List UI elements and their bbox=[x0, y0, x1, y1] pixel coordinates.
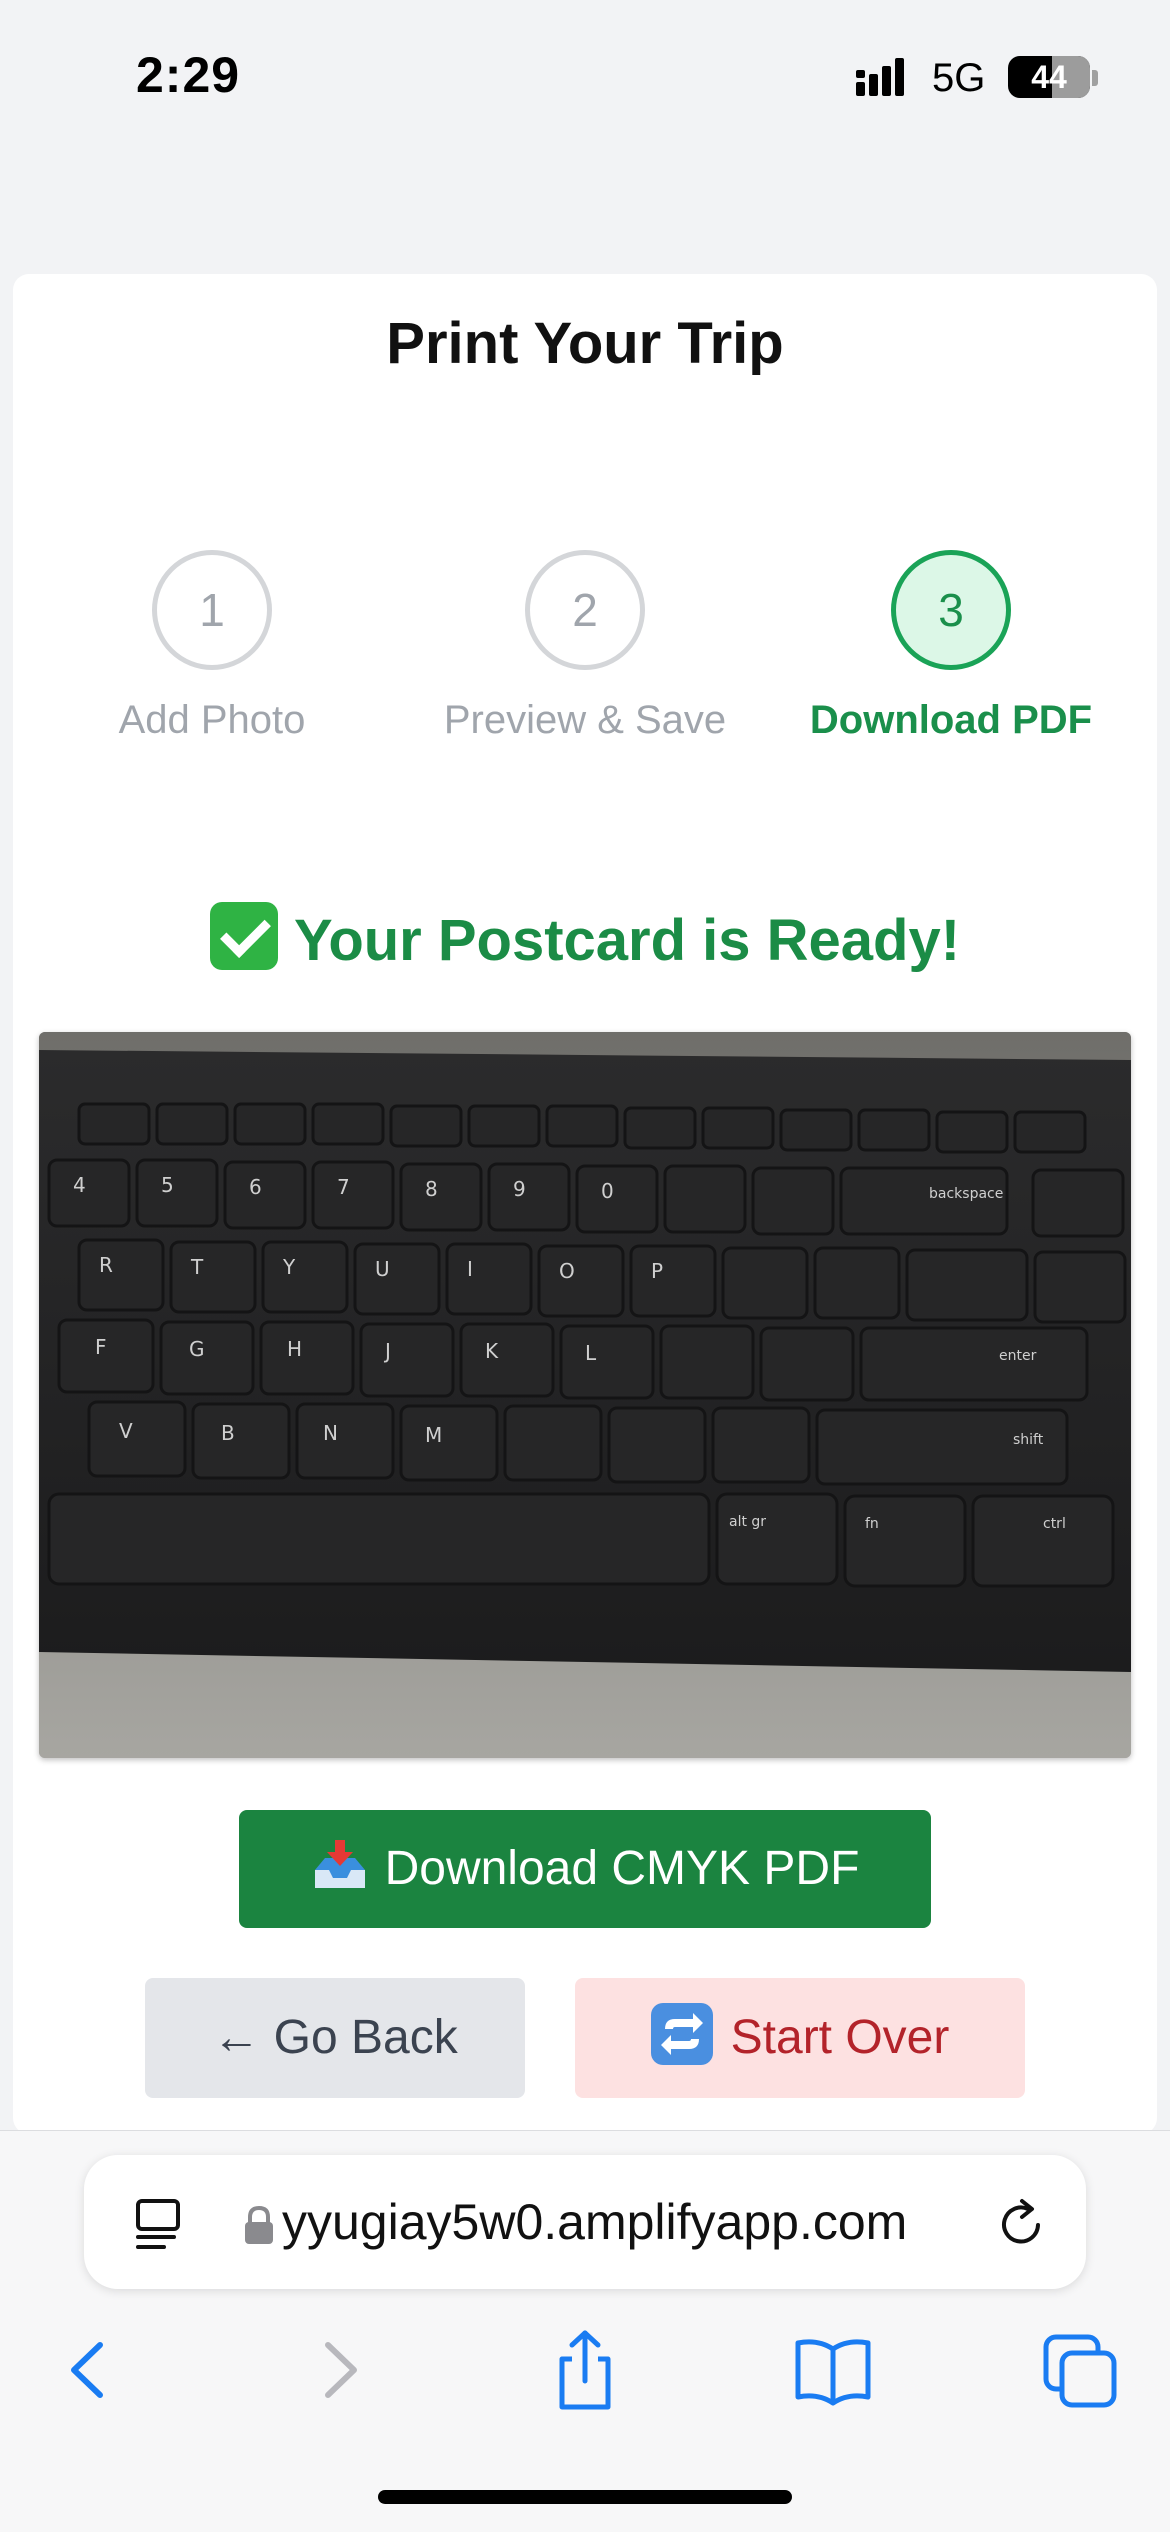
svg-text:backspace: backspace bbox=[929, 1186, 1003, 1202]
step-add-photo: 1 Add Photo bbox=[42, 550, 382, 743]
svg-text:Y: Y bbox=[282, 1255, 296, 1279]
svg-text:9: 9 bbox=[513, 1177, 526, 1201]
forward-chevron-icon[interactable] bbox=[294, 2325, 384, 2415]
check-mark-icon bbox=[209, 902, 278, 970]
download-cmyk-pdf-button[interactable]: Download CMYK PDF bbox=[239, 1810, 931, 1928]
step-label: Add Photo bbox=[118, 698, 306, 742]
postcard-preview-image: R T Y U I O P F G H J K L V B N M 4 5 6 7 8 9 0 backsp… bbox=[39, 1032, 1131, 1758]
svg-text:P: P bbox=[651, 1259, 663, 1283]
status-bar: 2:29 5G 44 bbox=[0, 0, 1170, 150]
svg-text:ctrl: ctrl bbox=[1043, 1516, 1066, 1532]
svg-text:shift: shift bbox=[1013, 1432, 1044, 1448]
reload-icon[interactable] bbox=[994, 2197, 1048, 2251]
step-number: 1 bbox=[152, 550, 272, 670]
svg-text:fn: fn bbox=[865, 1516, 879, 1532]
svg-text:B: B bbox=[221, 1421, 235, 1445]
svg-text:enter: enter bbox=[999, 1348, 1037, 1364]
share-icon[interactable] bbox=[540, 2325, 630, 2415]
battery-level: 44 bbox=[1031, 59, 1067, 95]
lock-icon bbox=[245, 2205, 273, 2244]
svg-text:0: 0 bbox=[601, 1179, 614, 1203]
step-label: Download PDF bbox=[809, 698, 1093, 742]
svg-text:R: R bbox=[99, 1253, 113, 1277]
svg-text:alt gr: alt gr bbox=[729, 1514, 766, 1530]
svg-text:8: 8 bbox=[425, 1177, 438, 1201]
ready-heading: Your Postcard is Ready! bbox=[13, 902, 1157, 974]
step-number: 2 bbox=[525, 550, 645, 670]
step-label: Preview & Save bbox=[443, 698, 727, 742]
svg-text:T: T bbox=[190, 1255, 204, 1279]
svg-text:U: U bbox=[375, 1257, 390, 1281]
start-over-button[interactable]: Start Over bbox=[575, 1978, 1025, 2098]
keyboard-photo: R T Y U I O P F G H J K L V B N M 4 5 6 7 8 9 0 backsp… bbox=[39, 1032, 1131, 1758]
bookmarks-icon[interactable] bbox=[788, 2325, 878, 2415]
battery-icon: 44 bbox=[1008, 56, 1090, 98]
svg-text:4: 4 bbox=[73, 1173, 86, 1197]
browser-toolbar: ​yyugiay5w0.amplifyapp.com bbox=[0, 2130, 1170, 2532]
svg-text:M: M bbox=[425, 1423, 442, 1447]
svg-text:7: 7 bbox=[337, 1175, 350, 1199]
svg-text:F: F bbox=[95, 1335, 107, 1359]
start-over-label: Start Over bbox=[730, 2011, 950, 2064]
svg-text:I: I bbox=[467, 1257, 473, 1281]
address-bar[interactable]: ​yyugiay5w0.amplifyapp.com bbox=[84, 2155, 1086, 2289]
step-preview-save: 2 Preview & Save bbox=[415, 550, 755, 743]
main-card: Print Your Trip 1 Add Photo 2 Preview & … bbox=[13, 274, 1157, 2134]
download-button-label: Download CMYK PDF bbox=[384, 1842, 860, 1895]
go-back-button[interactable]: ← Go Back bbox=[145, 1978, 525, 2098]
svg-text:V: V bbox=[119, 1419, 133, 1443]
back-chevron-icon[interactable] bbox=[44, 2325, 134, 2415]
repeat-icon bbox=[650, 2003, 713, 2065]
page-title: Print Your Trip bbox=[386, 311, 784, 376]
inbox-tray-icon bbox=[314, 1840, 365, 1888]
svg-text:L: L bbox=[585, 1341, 597, 1365]
url-text: ​yyugiay5w0.amplifyapp.com bbox=[282, 2194, 908, 2250]
home-indicator bbox=[378, 2490, 792, 2504]
svg-text:6: 6 bbox=[249, 1175, 262, 1199]
svg-text:G: G bbox=[189, 1337, 205, 1361]
svg-text:K: K bbox=[485, 1339, 499, 1363]
svg-text:O: O bbox=[559, 1259, 575, 1283]
reader-mode-icon[interactable] bbox=[134, 2195, 190, 2251]
svg-text:J: J bbox=[383, 1339, 391, 1363]
status-time: 2:29 bbox=[136, 47, 241, 103]
battery-tip bbox=[1092, 70, 1098, 86]
svg-text:N: N bbox=[323, 1421, 338, 1445]
svg-text:5: 5 bbox=[161, 1173, 174, 1197]
network-type: 5G bbox=[932, 56, 986, 100]
step-number: 3 bbox=[891, 550, 1011, 670]
svg-text:H: H bbox=[287, 1337, 302, 1361]
cellular-signal-icon bbox=[856, 58, 904, 96]
ready-text: Your Postcard is Ready! bbox=[293, 908, 961, 973]
step-download-pdf: 3 Download PDF bbox=[781, 550, 1121, 743]
tabs-icon[interactable] bbox=[1036, 2325, 1126, 2415]
